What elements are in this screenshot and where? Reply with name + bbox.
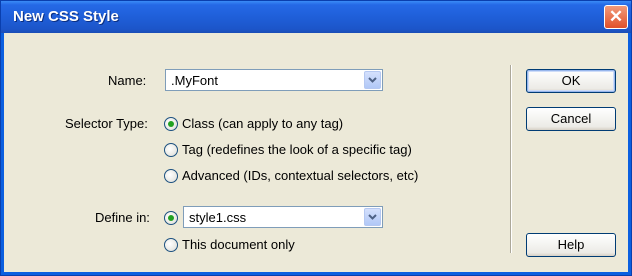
- name-combobox[interactable]: .MyFont: [165, 69, 383, 91]
- cancel-button[interactable]: Cancel: [526, 107, 616, 131]
- selector-type-label: Selector Type:: [65, 116, 148, 131]
- dialog-title: New CSS Style: [13, 8, 119, 25]
- define-in-label: Define in:: [95, 210, 150, 225]
- radio-tag[interactable]: [164, 143, 178, 157]
- radio-selected-dot: [168, 121, 174, 127]
- ok-button[interactable]: OK: [526, 69, 616, 93]
- radio-advanced-label[interactable]: Advanced (IDs, contextual selectors, etc…: [182, 168, 418, 183]
- radio-class[interactable]: [164, 117, 178, 131]
- chevron-down-icon[interactable]: [364, 208, 381, 226]
- stylesheet-value: style1.css: [189, 210, 247, 225]
- radio-this-document-only[interactable]: [164, 238, 178, 252]
- radio-define-in-file[interactable]: [164, 211, 178, 225]
- radio-tag-label[interactable]: Tag (redefines the look of a specific ta…: [182, 142, 412, 157]
- close-icon[interactable]: ✕: [604, 5, 628, 29]
- name-value: .MyFont: [171, 73, 218, 88]
- new-css-style-dialog: New CSS Style ✕ Name: .MyFont Selector T…: [0, 0, 632, 276]
- title-bar[interactable]: New CSS Style ✕: [1, 1, 631, 33]
- radio-selected-dot: [168, 215, 174, 221]
- chevron-down-icon[interactable]: [364, 71, 381, 89]
- name-label: Name:: [108, 73, 147, 88]
- radio-class-label[interactable]: Class (can apply to any tag): [182, 116, 343, 131]
- radio-this-document-only-label[interactable]: This document only: [182, 237, 295, 252]
- radio-advanced[interactable]: [164, 169, 178, 183]
- stylesheet-combobox[interactable]: style1.css: [183, 206, 383, 228]
- help-button[interactable]: Help: [526, 233, 616, 257]
- vertical-divider: [510, 65, 512, 253]
